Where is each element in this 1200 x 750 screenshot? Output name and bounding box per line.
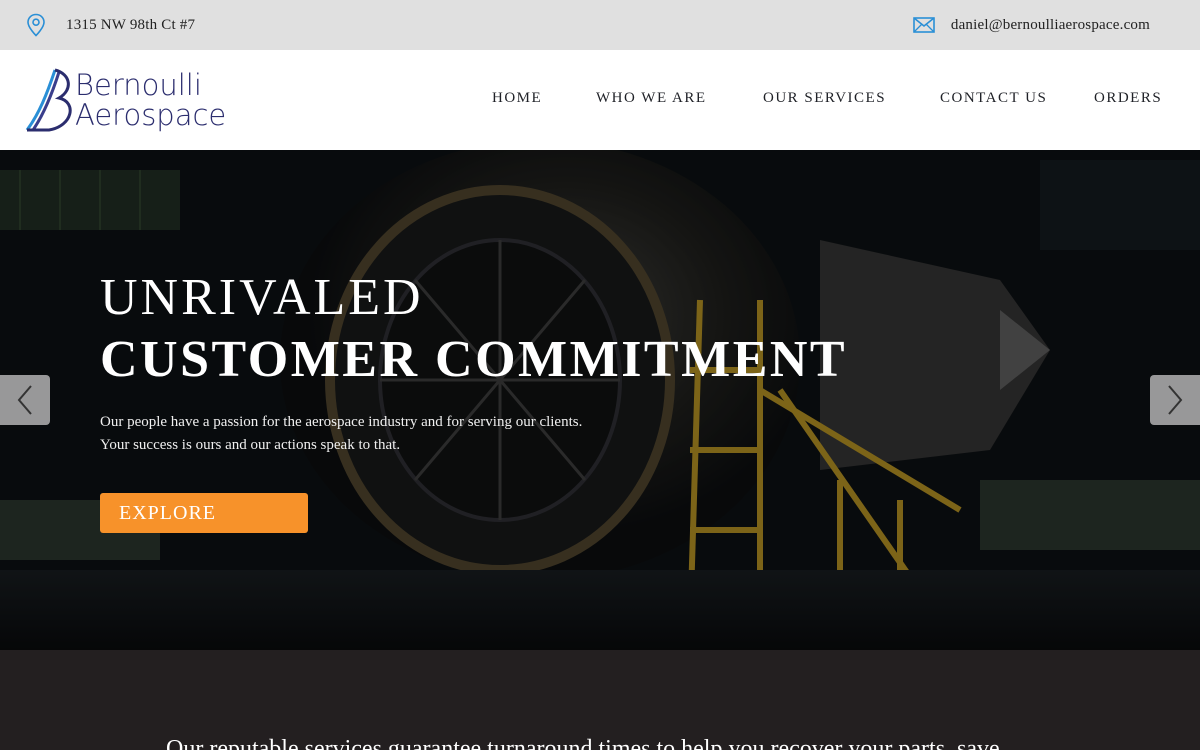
address-text: 1315 NW 98th Ct #7	[66, 16, 196, 33]
hero-text-line-2: Your success is ours and our actions spe…	[100, 437, 401, 453]
nav-home[interactable]: HOME	[492, 90, 542, 107]
chevron-right-icon	[1168, 385, 1183, 415]
brand-logo[interactable]: Bernoulli Aerospace	[25, 68, 255, 134]
hero-text-line-1: Our people have a passion for the aerosp…	[100, 414, 583, 430]
email-block[interactable]: daniel@bernoulliaerospace.com	[913, 12, 1150, 38]
logo-wordmark: Bernoulli Aerospace	[75, 70, 226, 130]
hero-title-line-1: UNRIVALED	[100, 269, 424, 326]
chevron-left-icon	[17, 385, 32, 415]
slider-prev-button[interactable]	[0, 375, 50, 425]
nav-orders[interactable]: ORDERS	[1094, 90, 1162, 107]
slider-next-button[interactable]	[1150, 375, 1200, 425]
hero-slider: UNRIVALED CUSTOMER COMMITMENT Our people…	[0, 150, 1200, 650]
nav-our-services[interactable]: OUR SERVICES	[763, 90, 886, 107]
hero-dark-overlay	[0, 150, 1200, 650]
nav-who-we-are[interactable]: WHO WE ARE	[596, 90, 707, 107]
email-link[interactable]: daniel@bernoulliaerospace.com	[951, 17, 1150, 34]
address-block: 1315 NW 98th Ct #7	[26, 12, 195, 38]
site-header: Bernoulli Aerospace HOME WHO WE ARE OUR …	[0, 50, 1200, 150]
envelope-icon	[913, 17, 935, 33]
intro-band: Our reputable services guarantee turnaro…	[0, 650, 1200, 750]
intro-text: Our reputable services guarantee turnaro…	[166, 736, 1000, 750]
logo-mark-icon	[25, 68, 72, 132]
hero-title-line-2: CUSTOMER COMMITMENT	[100, 331, 848, 388]
logo-line-2: Aerospace	[75, 98, 227, 132]
nav-contact-us[interactable]: CONTACT US	[940, 90, 1047, 107]
top-contact-bar: 1315 NW 98th Ct #7 daniel@bernoulliaeros…	[0, 0, 1200, 50]
logo-line-1: Bernoulli	[75, 68, 202, 102]
explore-button[interactable]: EXPLORE	[100, 493, 308, 533]
location-pin-icon	[27, 13, 45, 37]
